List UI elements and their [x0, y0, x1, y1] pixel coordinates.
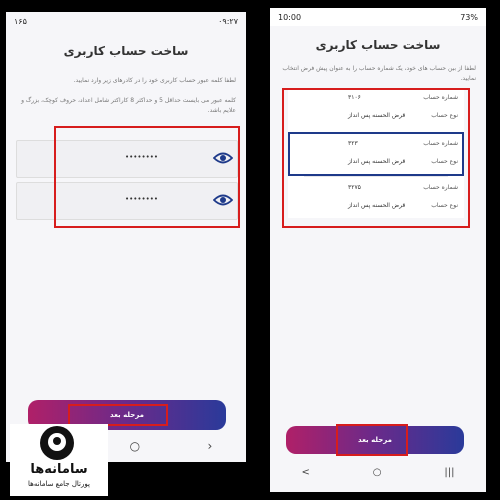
password-fields-highlight — [54, 126, 240, 228]
clock: ۰۹:۲۷ — [218, 16, 238, 26]
logo-tagline: پورتال جامع سامانه‌ها — [28, 480, 90, 488]
page-title: ساخت حساب کاربری — [63, 44, 189, 58]
left-phone-screen: ۱۶۵ ۰۹:۲۷ ساخت حساب کاربری لطفا کلمه عبو… — [6, 12, 246, 462]
next-button-highlight — [68, 404, 168, 426]
samanehha-logo: سامانه‌ها پورتال جامع سامانه‌ها — [10, 424, 108, 496]
status-bar: ۱۶۵ ۰۹:۲۷ — [6, 12, 246, 30]
nav-back-icon[interactable]: › — [208, 439, 213, 453]
clock: 10:00 — [278, 12, 302, 22]
password-rules-text: کلمه عبور می بایست حداقل 5 و حداکثر 8 کا… — [21, 97, 236, 114]
battery-indicator: 73% — [460, 12, 478, 22]
nav-home-icon[interactable]: ○ — [130, 439, 140, 453]
nav-recent-icon[interactable]: ||| — [444, 467, 454, 478]
nav-back-icon[interactable]: < — [301, 467, 309, 478]
comparison-frame: ۱۶۵ ۰۹:۲۷ ساخت حساب کاربری لطفا کلمه عبو… — [0, 0, 500, 500]
instruction-text: لطفا از بین حساب های خود، یک شماره حساب … — [282, 65, 476, 82]
page-title: ساخت حساب کاربری — [315, 38, 441, 52]
logo-magnifier-icon — [40, 426, 74, 460]
android-nav-bar: < ○ ||| — [270, 460, 486, 484]
right-phone-screen: 10:00 73% ساخت حساب کاربری لطفا از بین ح… — [270, 8, 486, 492]
battery-indicator: ۱۶۵ — [14, 16, 27, 26]
logo-name: سامانه‌ها — [30, 462, 88, 477]
next-button-highlight — [336, 424, 408, 456]
selected-account-highlight — [288, 132, 464, 176]
instruction-text: لطفا کلمه عبور حساب کاربری خود را در کاد… — [73, 77, 236, 84]
status-bar: 10:00 73% — [270, 8, 486, 26]
nav-home-icon[interactable]: ○ — [373, 467, 382, 478]
